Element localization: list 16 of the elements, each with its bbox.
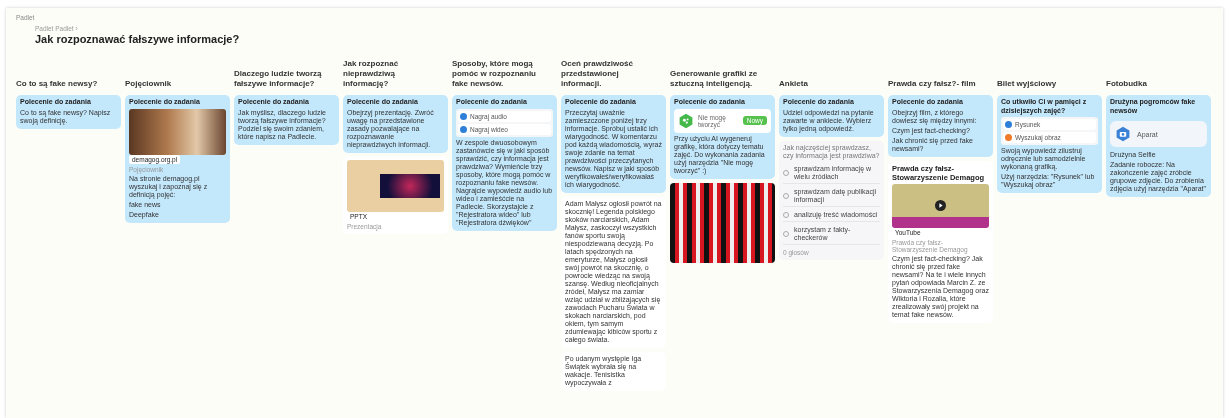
play-icon (935, 200, 946, 211)
column-title: Bilet wyjściowy (997, 79, 1057, 89)
column-title: Oceń prawdziwość przedstawionej informacji. (561, 59, 635, 89)
sparkle-icon (678, 112, 694, 129)
column-title: Dlaczego ludzie tworzą fałszywe informacje? (234, 69, 323, 89)
column-title: Generowanie grafiki ze sztuczną inteligencją. (670, 69, 759, 89)
column-title: Pojęciownik (125, 79, 172, 89)
video-thumbnail[interactable] (892, 183, 989, 228)
column-title: Ankieta (779, 79, 808, 89)
column-title: Sposoby, które mogą pomóc w rozpoznaniu fake newsów. (452, 59, 537, 89)
column-title: Prawda czy fałsz?- film (888, 79, 976, 89)
board-title: Jak rozpoznawać fałszywe informacje? (35, 33, 241, 45)
column-title: Co to są fake newsy? (16, 79, 98, 89)
column-title: Fotobudka (1106, 79, 1147, 89)
column-title: Jak rozpoznać nieprawdziwą informację? (343, 59, 400, 89)
camera-icon (1115, 126, 1131, 142)
